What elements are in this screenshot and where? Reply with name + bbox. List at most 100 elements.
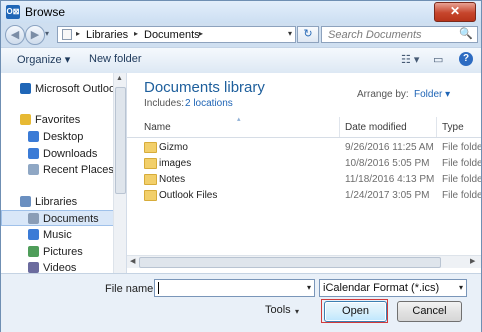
sidebar-item-videos[interactable]: Videos: [1, 260, 126, 273]
help-icon[interactable]: ?: [459, 52, 473, 66]
sidebar-item-label: Music: [43, 229, 72, 241]
refresh-button[interactable]: ↻: [297, 26, 319, 43]
file-name: Outlook Files: [159, 190, 218, 201]
back-arrow-icon: ◀: [10, 29, 20, 41]
file-type: File folder: [442, 174, 481, 185]
sidebar-item-label: Documents: [43, 213, 99, 225]
forward-arrow-icon: ▶: [30, 29, 40, 41]
sidebar-item-libraries[interactable]: Libraries: [1, 194, 126, 210]
breadcrumb-separator-icon: ▸: [199, 29, 204, 38]
includes-label: Includes:: [144, 98, 185, 109]
recent-places-icon: [28, 164, 39, 175]
sidebar-item-documents[interactable]: Documents: [1, 210, 126, 226]
file-name-label: File name:: [105, 283, 157, 295]
breadcrumb-separator-icon: ▸: [134, 29, 139, 38]
sidebar-item-pictures[interactable]: Pictures: [1, 244, 126, 260]
organize-menu[interactable]: Organize ▾: [17, 53, 70, 66]
change-view-icon[interactable]: ☷ ▾: [401, 53, 419, 66]
sidebar-item-label: Favorites: [35, 114, 81, 126]
file-name: Gizmo: [159, 142, 188, 153]
column-header-date-modified[interactable]: Date modified: [345, 122, 407, 133]
file-name-input[interactable]: ▾: [154, 279, 315, 297]
arrange-by-dropdown[interactable]: Folder ▾: [414, 89, 450, 100]
desktop-icon: [28, 131, 39, 142]
scroll-left-icon[interactable]: ◀: [130, 257, 135, 265]
folder-icon: [144, 174, 157, 185]
scrollbar-thumb[interactable]: [115, 87, 126, 194]
new-folder-button[interactable]: New folder: [89, 53, 142, 65]
file-list-pane: Documents library Includes: 2 locations …: [127, 73, 481, 273]
address-dropdown-icon[interactable]: ▾: [288, 29, 292, 38]
text-caret: [158, 282, 159, 294]
search-box[interactable]: Search Documents 🔍: [321, 26, 478, 43]
arrange-by-label: Arrange by:: [357, 89, 409, 100]
sidebar-item-downloads[interactable]: Downloads: [1, 146, 126, 162]
column-header-name[interactable]: Name: [144, 122, 171, 133]
sidebar-item-music[interactable]: Music: [1, 227, 126, 243]
locations-link[interactable]: 2 locations: [185, 98, 233, 109]
close-button[interactable]: ✕: [434, 2, 476, 22]
file-type-value: iCalendar Format (*.ics): [323, 282, 440, 294]
file-date: 9/26/2016 11:25 AM: [345, 142, 434, 153]
sidebar-item-recent-places[interactable]: Recent Places: [1, 162, 126, 178]
chevron-down-icon[interactable]: ▾: [295, 307, 299, 316]
library-icon: [62, 29, 72, 40]
title-bar: O⊠ Browse ✕: [1, 1, 481, 23]
file-date: 10/8/2016 5:05 PM: [345, 158, 430, 169]
column-divider[interactable]: [436, 117, 437, 137]
chevron-down-icon[interactable]: ▾: [307, 283, 311, 292]
pictures-icon: [28, 246, 39, 257]
sidebar-item-microsoft-outlook[interactable]: Microsoft Outlook: [1, 81, 126, 97]
scrollbar-thumb[interactable]: [139, 257, 441, 268]
file-type-select[interactable]: iCalendar Format (*.ics) ▾: [319, 279, 467, 297]
recent-locations-dropdown[interactable]: ▾: [45, 29, 49, 38]
command-toolbar: Organize ▾ New folder ☷ ▾ ▭ ?: [1, 47, 481, 74]
tools-menu[interactable]: Tools: [265, 304, 291, 316]
sort-ascending-icon: ▴: [237, 116, 241, 123]
file-date: 11/18/2016 4:13 PM: [345, 174, 435, 185]
music-icon: [28, 229, 39, 240]
search-placeholder: Search Documents: [328, 29, 422, 41]
file-row[interactable]: images 10/8/2016 5:05 PM File folder: [127, 156, 481, 172]
file-date: 1/24/2017 3:05 PM: [345, 190, 430, 201]
outlook-app-icon: O⊠: [6, 5, 20, 19]
folder-icon: [144, 158, 157, 169]
cancel-button[interactable]: Cancel: [397, 301, 462, 322]
navigation-pane: Microsoft Outlook Favorites Desktop Down…: [1, 73, 127, 273]
address-bar[interactable]: ▸ Libraries ▸ Documents ▸ ▾: [57, 26, 296, 43]
search-icon[interactable]: 🔍: [459, 27, 473, 40]
open-button-highlight: [321, 299, 388, 323]
libraries-icon: [20, 196, 31, 207]
file-row[interactable]: Outlook Files 1/24/2017 3:05 PM File fol…: [127, 188, 481, 204]
sidebar-item-favorites[interactable]: Favorites: [1, 112, 126, 128]
breadcrumb-libraries[interactable]: Libraries: [86, 29, 128, 41]
breadcrumb-documents[interactable]: Documents: [144, 29, 200, 41]
dialog-footer: File name: ▾ iCalendar Format (*.ics) ▾ …: [1, 273, 481, 332]
back-button[interactable]: ◀: [5, 25, 25, 45]
preview-pane-icon[interactable]: ▭: [433, 53, 443, 66]
file-row[interactable]: Notes 11/18/2016 4:13 PM File folder: [127, 172, 481, 188]
navigation-bar: ◀ ▶ ▾ ▸ Libraries ▸ Documents ▸ ▾ ↻ Sear…: [1, 23, 481, 45]
library-title: Documents library: [144, 79, 265, 96]
sidebar-item-label: Libraries: [35, 196, 78, 208]
outlook-icon: [20, 83, 31, 94]
file-type: File folder: [442, 158, 481, 169]
sidebar-item-label: Pictures: [43, 246, 83, 258]
videos-icon: [28, 262, 39, 273]
navigation-pane-scrollbar[interactable]: ▲: [113, 73, 126, 273]
chevron-down-icon[interactable]: ▾: [459, 283, 463, 292]
sidebar-item-label: Microsoft Outlook: [35, 83, 121, 95]
file-name: Notes: [159, 174, 186, 185]
column-header-type[interactable]: Type: [442, 122, 464, 133]
column-divider[interactable]: [339, 117, 340, 137]
folder-icon: [144, 142, 157, 153]
scroll-right-icon[interactable]: ▶: [470, 257, 475, 265]
scroll-up-icon[interactable]: ▲: [116, 75, 123, 82]
horizontal-scrollbar[interactable]: ◀ ▶: [127, 255, 481, 268]
window-title: Browse: [25, 5, 66, 19]
sidebar-item-desktop[interactable]: Desktop: [1, 129, 126, 145]
forward-button[interactable]: ▶: [25, 25, 45, 45]
file-name: images: [159, 158, 192, 169]
sidebar-item-label: Videos: [43, 262, 77, 273]
file-row[interactable]: Gizmo 9/26/2016 11:25 AM File folder: [127, 140, 481, 156]
